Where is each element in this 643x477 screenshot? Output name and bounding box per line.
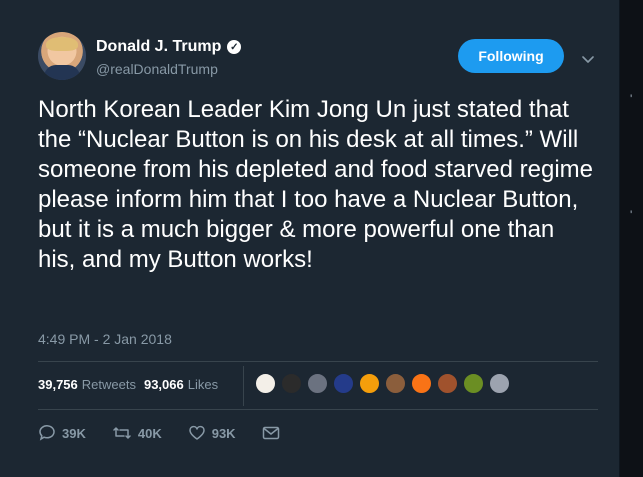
tweet-timestamp[interactable]: 4:49 PM - 2 Jan 2018 bbox=[38, 331, 172, 347]
retweet-count: 40K bbox=[137, 425, 162, 441]
tweet-text: North Korean Leader Kim Jong Un just sta… bbox=[38, 96, 593, 273]
reply-icon bbox=[38, 425, 56, 441]
retweets-count: 39,756 bbox=[38, 377, 78, 392]
liker-avatar[interactable] bbox=[463, 373, 484, 394]
likes-stat[interactable]: 93,066 Likes bbox=[144, 377, 218, 392]
stats-top-divider bbox=[38, 361, 598, 362]
author-handle[interactable]: @realDonaldTrump bbox=[96, 61, 218, 77]
avatar-collar bbox=[44, 65, 80, 80]
gutter-mark: ' bbox=[630, 92, 633, 106]
reply-action[interactable]: 39K bbox=[38, 425, 86, 441]
likes-count: 93,066 bbox=[143, 377, 184, 392]
liker-avatar[interactable] bbox=[489, 373, 510, 394]
liker-avatar[interactable] bbox=[255, 373, 276, 394]
background-gutter: ' ' bbox=[620, 0, 643, 477]
direct-message-action[interactable] bbox=[262, 426, 280, 440]
avatar-hair bbox=[46, 37, 78, 51]
verified-badge-icon: ✓ bbox=[227, 40, 242, 54]
retweet-action[interactable]: 40K bbox=[112, 425, 162, 441]
author-name-row: Donald J. Trump ✓ bbox=[96, 38, 242, 56]
liker-avatar[interactable] bbox=[437, 373, 458, 394]
engagement-stats: 39,756 Retweets 93,066 Likes bbox=[38, 377, 218, 392]
liker-avatar-row bbox=[255, 373, 510, 394]
liker-avatar[interactable] bbox=[359, 373, 380, 394]
chevron-down-icon[interactable] bbox=[582, 51, 594, 63]
envelope-icon bbox=[262, 426, 280, 440]
tweet-actions: 39K 40K 93K bbox=[38, 425, 280, 441]
stats-separator bbox=[243, 366, 244, 406]
liker-avatar[interactable] bbox=[411, 373, 432, 394]
heart-icon bbox=[188, 425, 206, 441]
liker-avatar[interactable] bbox=[385, 373, 406, 394]
liker-avatar[interactable] bbox=[333, 373, 354, 394]
stats-bottom-divider bbox=[38, 409, 598, 410]
like-count: 93K bbox=[211, 425, 236, 441]
liker-avatar[interactable] bbox=[307, 373, 328, 394]
following-button[interactable]: Following bbox=[458, 39, 564, 73]
author-name[interactable]: Donald J. Trump bbox=[96, 38, 221, 56]
gutter-mark: ' bbox=[630, 208, 633, 222]
retweet-icon bbox=[112, 425, 132, 441]
liker-avatar[interactable] bbox=[281, 373, 302, 394]
retweets-label: Retweets bbox=[81, 377, 136, 392]
reply-count: 39K bbox=[62, 425, 86, 441]
like-action[interactable]: 93K bbox=[188, 425, 236, 441]
author-avatar[interactable] bbox=[38, 32, 86, 80]
tweet-card: Donald J. Trump ✓ @realDonaldTrump Follo… bbox=[0, 0, 620, 477]
likes-label: Likes bbox=[187, 377, 219, 392]
retweets-stat[interactable]: 39,756 Retweets bbox=[38, 377, 136, 392]
